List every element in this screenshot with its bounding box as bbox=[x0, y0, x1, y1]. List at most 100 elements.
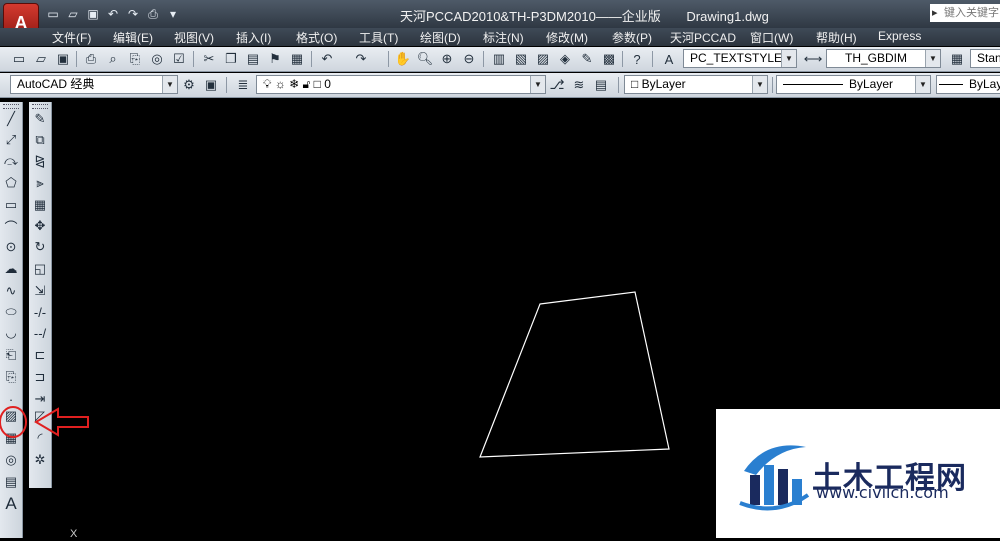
extend-icon[interactable]: --/ bbox=[31, 324, 49, 342]
ellipse-arc-icon[interactable]: ◡ bbox=[2, 324, 20, 342]
workspace-select[interactable]: AutoCAD 经典 ▼ bbox=[10, 75, 178, 94]
table-icon[interactable]: ▤ bbox=[2, 473, 20, 491]
scale-icon[interactable]: ◱ bbox=[31, 260, 49, 278]
redo-icon[interactable]: ↷ bbox=[124, 5, 142, 23]
mirror-icon[interactable]: ⧎ bbox=[31, 152, 49, 170]
copy-object-icon[interactable]: ⧉ bbox=[31, 131, 49, 149]
calculator-icon[interactable]: ▩ bbox=[600, 50, 618, 68]
copy-icon[interactable]: ❐ bbox=[222, 50, 240, 68]
offset-icon[interactable]: ⫸ bbox=[31, 174, 49, 192]
chevron-down-icon[interactable]: ▼ bbox=[915, 76, 930, 93]
menu-parameters[interactable]: 参数(P) bbox=[612, 29, 652, 46]
publish-icon[interactable]: ⎘ bbox=[126, 50, 144, 68]
properties-icon[interactable]: ▥ bbox=[490, 50, 508, 68]
menu-view[interactable]: 视图(V) bbox=[174, 29, 214, 46]
toolbar-grip[interactable] bbox=[3, 104, 19, 109]
undo-icon[interactable]: ↶ bbox=[318, 50, 336, 68]
menu-express[interactable]: Express bbox=[878, 29, 921, 43]
print-icon[interactable]: ⎙ bbox=[144, 5, 162, 23]
menu-tools[interactable]: 工具(T) bbox=[359, 29, 398, 46]
rotate-icon[interactable]: ↻ bbox=[31, 238, 49, 256]
cut-icon[interactable]: ✂ bbox=[200, 50, 218, 68]
construction-line-icon[interactable]: ⤢ bbox=[2, 131, 20, 149]
color-select[interactable]: □ ByLayer ▼ bbox=[624, 75, 768, 94]
array-icon[interactable]: ▦ bbox=[31, 196, 49, 214]
open-icon[interactable]: ▱ bbox=[32, 50, 50, 68]
text-style-icon[interactable]: A bbox=[660, 50, 678, 68]
zoom-previous-icon[interactable]: ⊖ bbox=[460, 50, 478, 68]
design-center-icon[interactable]: ▧ bbox=[512, 50, 530, 68]
polygon-icon[interactable]: ⬠ bbox=[2, 174, 20, 192]
menu-edit[interactable]: 编辑(E) bbox=[113, 29, 153, 46]
print-icon[interactable]: ⎙ bbox=[82, 50, 100, 68]
redo-icon[interactable]: ↷ bbox=[352, 50, 370, 68]
rectangle-icon[interactable]: ▭ bbox=[2, 196, 20, 214]
paste-icon[interactable]: ▤ bbox=[244, 50, 262, 68]
erase-icon[interactable]: ✎ bbox=[31, 110, 49, 128]
search-input[interactable]: 键入关键字 bbox=[930, 4, 1000, 22]
menu-file[interactable]: 文件(F) bbox=[52, 29, 91, 46]
toolbar-grip[interactable] bbox=[32, 104, 48, 109]
tool-palettes-icon[interactable]: ▨ bbox=[534, 50, 552, 68]
trim-icon[interactable]: -/- bbox=[31, 303, 49, 321]
gear-icon[interactable]: ⚙ bbox=[180, 76, 198, 94]
zoom-realtime-icon[interactable]: 🔍︎ bbox=[416, 50, 434, 68]
move-icon[interactable]: ✥ bbox=[31, 217, 49, 235]
break-icon[interactable]: ⊐ bbox=[31, 368, 49, 386]
3d-dwf-icon[interactable]: ◎ bbox=[148, 50, 166, 68]
table-style-icon[interactable]: ▦ bbox=[948, 50, 966, 68]
dim-style-select[interactable]: TH_GBDIM ▼ bbox=[826, 49, 941, 68]
chevron-down-icon[interactable]: ▾ bbox=[164, 5, 182, 23]
ellipse-icon[interactable]: ⬭ bbox=[2, 303, 20, 321]
break-at-point-icon[interactable]: ⊏ bbox=[31, 346, 49, 364]
layer-state-icon[interactable]: ▤ bbox=[592, 76, 610, 94]
multiline-text-icon[interactable]: A bbox=[2, 494, 20, 513]
polyline-icon[interactable]: ⤼ bbox=[2, 152, 20, 170]
chevron-down-icon[interactable]: ▼ bbox=[781, 50, 796, 67]
circle-icon[interactable]: ⊙ bbox=[2, 238, 20, 256]
menu-pccad[interactable]: 天河PCCAD bbox=[670, 29, 736, 46]
dim-style-icon[interactable]: ⟷ bbox=[804, 50, 823, 68]
undo-icon[interactable]: ↶ bbox=[104, 5, 122, 23]
menu-insert[interactable]: 插入(I) bbox=[236, 29, 271, 46]
workspace-settings-icon[interactable]: ▣ bbox=[202, 76, 220, 94]
audit-icon[interactable]: ☑ bbox=[170, 50, 188, 68]
markup-icon[interactable]: ✎ bbox=[578, 50, 596, 68]
arc-icon[interactable]: ⌒ bbox=[2, 217, 20, 235]
print-preview-icon[interactable]: ⌕ bbox=[104, 50, 122, 68]
lineweight-select[interactable]: ByLay bbox=[936, 75, 1000, 94]
chevron-down-icon[interactable]: ▼ bbox=[925, 50, 940, 67]
menu-modify[interactable]: 修改(M) bbox=[546, 29, 588, 46]
match-properties-icon[interactable]: ⚑ bbox=[266, 50, 284, 68]
revision-cloud-icon[interactable]: ☁ bbox=[2, 260, 20, 278]
menu-help[interactable]: 帮助(H) bbox=[816, 29, 857, 46]
menu-draw[interactable]: 绘图(D) bbox=[420, 29, 461, 46]
open-icon[interactable]: ▱ bbox=[64, 5, 82, 23]
save-icon[interactable]: ▣ bbox=[84, 5, 102, 23]
stretch-icon[interactable]: ⇲ bbox=[31, 282, 49, 300]
pan-icon[interactable]: ✋ bbox=[394, 50, 412, 68]
layer-select[interactable]: 💡︎ ☼ ❄ 🔓︎ □ 0 ▼ bbox=[256, 75, 546, 94]
line-icon[interactable]: ╱ bbox=[2, 110, 20, 128]
sheet-set-icon[interactable]: ◈ bbox=[556, 50, 574, 68]
help-icon[interactable]: ? bbox=[628, 50, 646, 68]
insert-block-icon[interactable]: ⎗ bbox=[2, 346, 20, 364]
menu-dimension[interactable]: 标注(N) bbox=[483, 29, 524, 46]
make-current-layer-icon[interactable]: ⎇ bbox=[548, 76, 566, 94]
text-style-select[interactable]: PC_TEXTSTYLE ▼ bbox=[683, 49, 797, 68]
trapezoid-shape[interactable] bbox=[479, 291, 670, 458]
zoom-window-icon[interactable]: ⊕ bbox=[438, 50, 456, 68]
save-icon[interactable]: ▣ bbox=[54, 50, 72, 68]
menu-window[interactable]: 窗口(W) bbox=[750, 29, 793, 46]
make-block-icon[interactable]: ⎘ bbox=[2, 368, 20, 386]
layer-manager-icon[interactable]: ≣ bbox=[234, 76, 252, 94]
chevron-down-icon[interactable]: ▼ bbox=[530, 76, 545, 93]
block-editor-icon[interactable]: ▦ bbox=[288, 50, 306, 68]
linetype-select[interactable]: ByLayer ▼ bbox=[776, 75, 931, 94]
menu-format[interactable]: 格式(O) bbox=[296, 29, 337, 46]
new-icon[interactable]: ▭ bbox=[44, 5, 62, 23]
layer-previous-icon[interactable]: ≋ bbox=[570, 76, 588, 94]
spline-icon[interactable]: ∿ bbox=[2, 282, 20, 300]
chevron-down-icon[interactable]: ▼ bbox=[752, 76, 767, 93]
new-icon[interactable]: ▭ bbox=[10, 50, 28, 68]
